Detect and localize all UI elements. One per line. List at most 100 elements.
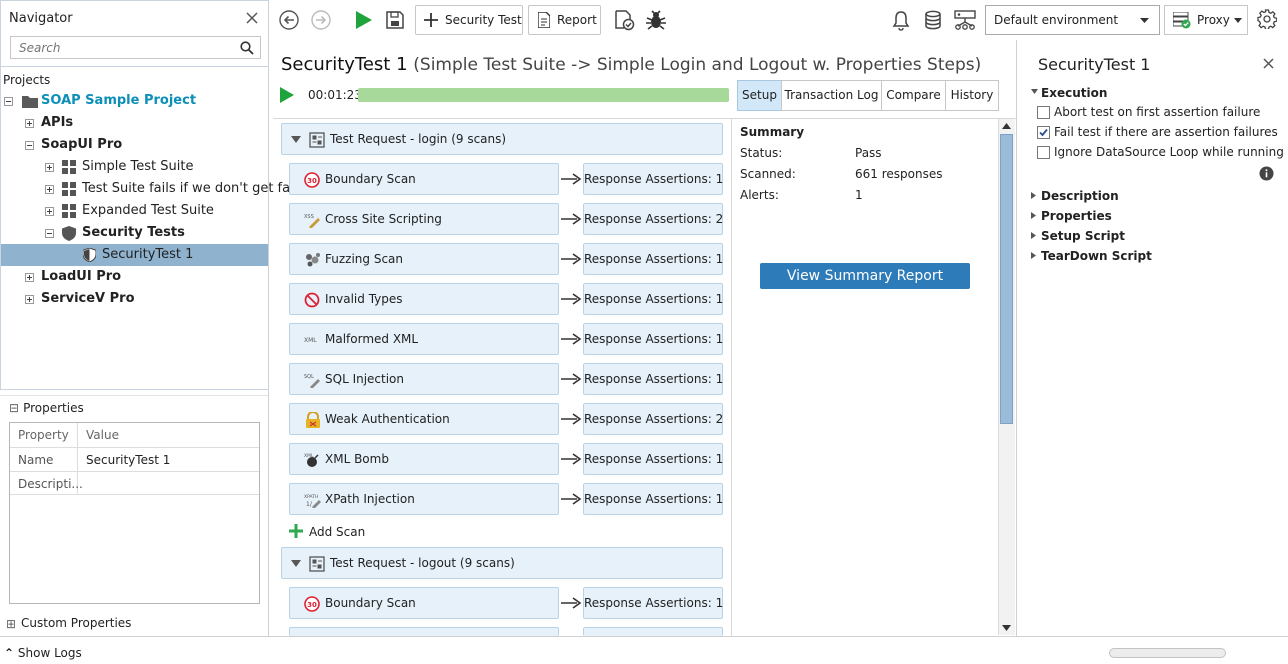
scan-item[interactable]: XPATH 1/XPath Injection: [289, 483, 559, 515]
expand-icon[interactable]: [45, 207, 54, 216]
scan-name: Boundary Scan: [325, 596, 416, 610]
show-logs-button[interactable]: ⌃ Show Logs: [4, 646, 82, 660]
bell-icon[interactable]: [890, 9, 912, 31]
view-summary-report-button[interactable]: View Summary Report: [760, 263, 970, 289]
divider: [1016, 40, 1017, 636]
search-input-wrapper[interactable]: [10, 36, 261, 59]
expand-icon[interactable]: ⊞: [6, 617, 16, 631]
checkbox-box[interactable]: [1037, 126, 1050, 139]
response-assertions-button[interactable]: Response Assertions: 2: [583, 403, 723, 435]
tree-item-servicev-pro[interactable]: ServiceV Pro: [1, 288, 268, 310]
chevron-right-icon: [1031, 252, 1036, 259]
tree-item-label: Simple Test Suite: [82, 159, 194, 174]
response-assertions-button[interactable]: Response Assertions: 1: [583, 323, 723, 355]
network-icon[interactable]: [954, 9, 976, 31]
chevron-up-icon[interactable]: [1002, 123, 1011, 129]
scan-group-header[interactable]: Test Request - login (9 scans): [281, 123, 723, 155]
close-icon[interactable]: [1263, 58, 1274, 69]
test-title: SecurityTest 1: [281, 54, 408, 75]
scan-item[interactable]: Invalid Types: [289, 283, 559, 315]
add-scan-label: Add Scan: [309, 525, 366, 539]
gear-icon[interactable]: [1257, 9, 1277, 31]
response-assertions-button[interactable]: Response Assertions: 1: [583, 443, 723, 475]
checkbox-box[interactable]: [1037, 146, 1050, 159]
expand-icon[interactable]: [25, 119, 34, 128]
info-icon[interactable]: [1259, 166, 1274, 181]
back-icon[interactable]: [278, 9, 300, 31]
scrollbar-thumb[interactable]: [1000, 134, 1013, 424]
scan-item[interactable]: XML Malformed XML: [289, 323, 559, 355]
response-assertions-button[interactable]: Response Assertions: 1: [583, 163, 723, 195]
tree-item-expanded-test-suite[interactable]: Expanded Test Suite: [1, 200, 268, 222]
boundary-icon: 30: [304, 172, 322, 188]
report-button[interactable]: Report: [528, 5, 601, 35]
scan-item[interactable]: XML XML Bomb: [289, 443, 559, 475]
scan-item-partial[interactable]: [289, 627, 559, 636]
tree-item-soap-sample-project[interactable]: SOAP Sample Project: [1, 90, 268, 112]
database-icon[interactable]: [922, 9, 944, 31]
svg-text:XSS: XSS: [304, 214, 314, 220]
divider: [0, 395, 269, 396]
chevron-down-icon[interactable]: [291, 560, 301, 567]
collapse-icon[interactable]: [4, 97, 13, 106]
tab-compare[interactable]: Compare: [881, 80, 946, 111]
expand-icon[interactable]: [45, 185, 54, 194]
scan-item[interactable]: 30 Boundary Scan: [289, 163, 559, 195]
search-icon[interactable]: [240, 41, 254, 55]
tab-transaction-log[interactable]: Transaction Log: [781, 80, 882, 111]
collapse-icon[interactable]: [45, 229, 54, 238]
run-icon[interactable]: [352, 9, 374, 31]
response-assertions-button[interactable]: Response Assertions: 1: [583, 243, 723, 275]
tab-history[interactable]: History: [945, 80, 999, 111]
property-value-cell[interactable]: [78, 471, 259, 495]
environment-select[interactable]: Default environment: [985, 5, 1160, 35]
chevron-down-icon[interactable]: [291, 136, 301, 143]
expand-icon[interactable]: [25, 273, 34, 282]
scan-item[interactable]: XSS Cross Site Scripting: [289, 203, 559, 235]
divider: [1, 66, 269, 67]
forward-icon[interactable]: [310, 9, 332, 31]
tree-item-securitytest-1[interactable]: SecurityTest 1: [1, 244, 268, 266]
collapse-icon[interactable]: ⊟: [9, 401, 19, 415]
search-input[interactable]: [11, 37, 231, 58]
response-assertions-button[interactable]: Response Assertions: 1: [583, 283, 723, 315]
response-assertions-button[interactable]: Response Assertions: 1: [583, 363, 723, 395]
scan-group-header[interactable]: Test Request - logout (9 scans): [281, 547, 723, 579]
horizontal-scrollbar[interactable]: [1109, 648, 1226, 658]
tree-item-soapui-pro[interactable]: SoapUI Pro: [1, 134, 268, 156]
chevron-down-icon[interactable]: [1002, 625, 1011, 631]
properties-header[interactable]: ⊟ Properties: [9, 401, 84, 415]
tree-item-security-tests[interactable]: Security Tests: [1, 222, 268, 244]
save-icon[interactable]: [384, 9, 406, 31]
tree-item-test-suite-fails[interactable]: Test Suite fails if we don't get fa...: [1, 178, 303, 200]
proxy-button[interactable]: Proxy: [1164, 5, 1248, 35]
response-assertions-button[interactable]: Response Assertions: 2: [583, 203, 723, 235]
scan-name: SQL Injection: [325, 372, 405, 386]
scan-item[interactable]: Fuzzing Scan: [289, 243, 559, 275]
tree-item-loadui-pro[interactable]: LoadUI Pro: [1, 266, 268, 288]
collapse-icon[interactable]: [25, 141, 34, 150]
tab-setup[interactable]: Setup: [737, 80, 782, 111]
security-test-button[interactable]: Security Test: [415, 5, 523, 35]
bug-icon[interactable]: [645, 9, 667, 31]
check-document-icon[interactable]: [613, 9, 635, 31]
run-test-icon[interactable]: [280, 87, 296, 103]
scan-item[interactable]: 30 Boundary Scan: [289, 587, 559, 619]
response-assertions-partial[interactable]: [583, 627, 723, 636]
scan-item[interactable]: Weak Authentication: [289, 403, 559, 435]
checkbox-label: Ignore DataSource Loop while running tes…: [1054, 145, 1288, 159]
property-value-cell[interactable]: SecurityTest 1: [78, 447, 259, 471]
section-label: Description: [1041, 189, 1119, 203]
close-icon[interactable]: [245, 11, 259, 25]
tree-item-label: LoadUI Pro: [41, 269, 122, 284]
tree-item-apis[interactable]: APIs: [1, 112, 268, 134]
tree-item-simple-test-suite[interactable]: Simple Test Suite: [1, 156, 268, 178]
response-assertions-button[interactable]: Response Assertions: 1: [583, 483, 723, 515]
response-assertions-button[interactable]: Response Assertions: 1: [583, 587, 723, 619]
scan-item[interactable]: SQL SQL Injection: [289, 363, 559, 395]
svg-text:SQL: SQL: [304, 374, 314, 380]
expand-icon[interactable]: [25, 295, 34, 304]
checkbox-box[interactable]: [1037, 106, 1050, 119]
expand-icon[interactable]: [45, 163, 54, 172]
property-name-cell: Descripti...: [10, 471, 83, 495]
